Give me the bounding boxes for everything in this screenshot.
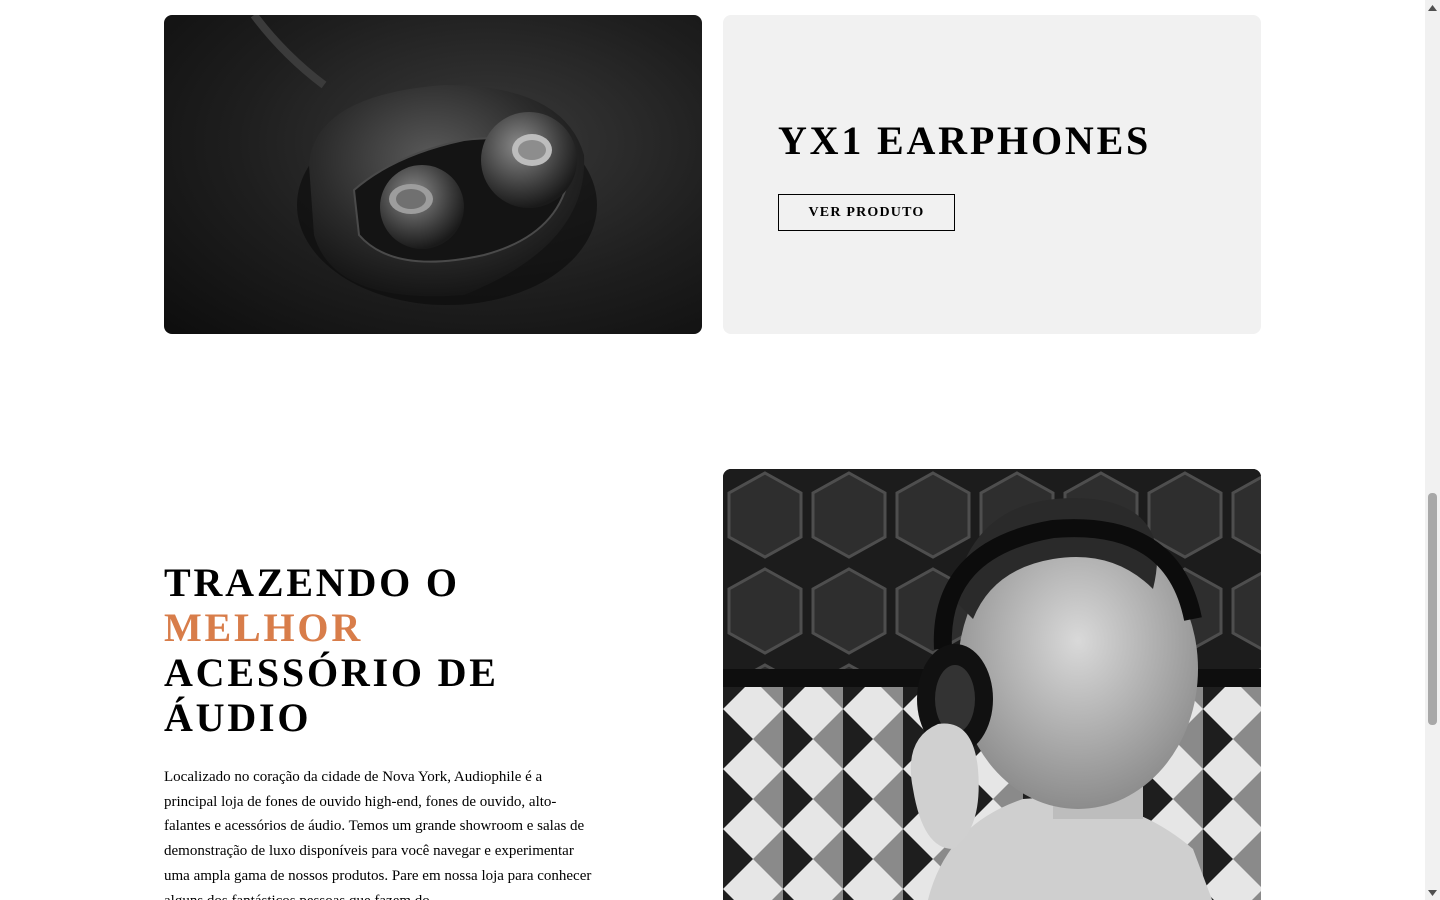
scroll-down-arrow-icon[interactable] <box>1425 885 1440 900</box>
product-title: YX1 EARPHONES <box>778 118 1152 163</box>
page: YX1 EARPHONES VER PRODUTO TRAZENDO O MEL… <box>0 0 1425 900</box>
about-heading-end: ACESSÓRIO DE ÁUDIO <box>164 650 499 740</box>
man-with-headphones-image <box>723 469 1261 900</box>
about-heading-start: TRAZENDO O <box>164 560 460 605</box>
earphones-product-image <box>164 15 702 334</box>
about-heading-accent: MELHOR <box>164 605 364 650</box>
vertical-scrollbar[interactable] <box>1425 0 1440 900</box>
about-description: Localizado no coração da cidade de Nova … <box>164 769 592 900</box>
see-product-button[interactable]: VER PRODUTO <box>778 194 955 231</box>
man-with-headphones-illustration <box>723 469 1261 900</box>
earphones-product-panel: YX1 EARPHONES VER PRODUTO <box>723 15 1261 334</box>
scrollbar-thumb[interactable] <box>1428 493 1437 725</box>
earphones-case-illustration <box>250 15 597 305</box>
about-heading: TRAZENDO O MELHOR ACESSÓRIO DE ÁUDIO <box>164 560 584 740</box>
scroll-up-arrow-icon[interactable] <box>1425 0 1440 15</box>
